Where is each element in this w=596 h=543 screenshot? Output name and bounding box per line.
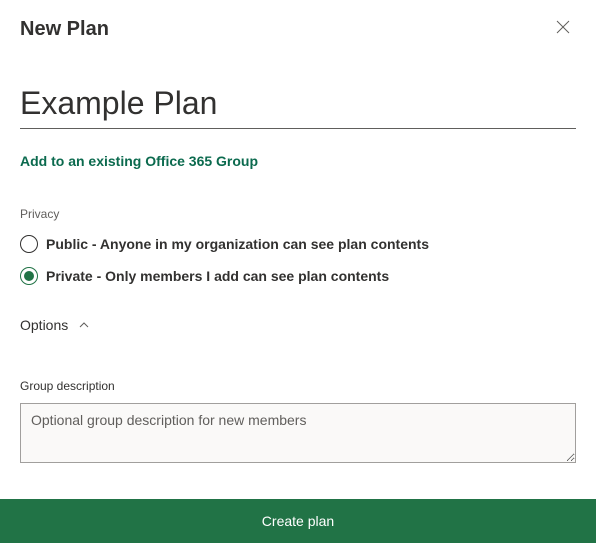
plan-name-input[interactable] bbox=[20, 83, 576, 129]
privacy-private-option[interactable]: Private - Only members I add can see pla… bbox=[20, 267, 576, 285]
radio-icon bbox=[20, 267, 38, 285]
close-icon bbox=[556, 20, 570, 34]
chevron-up-icon bbox=[78, 319, 90, 331]
radio-icon bbox=[20, 235, 38, 253]
close-button[interactable] bbox=[552, 16, 574, 38]
group-description-input[interactable] bbox=[20, 403, 576, 463]
radio-label-text: Private - Only members I add can see pla… bbox=[46, 268, 389, 284]
privacy-radio-group: Public - Anyone in my organization can s… bbox=[20, 235, 576, 285]
panel-content: Add to an existing Office 365 Group Priv… bbox=[0, 83, 596, 468]
new-plan-panel: New Plan Add to an existing Office 365 G… bbox=[0, 0, 596, 543]
plan-name-field bbox=[20, 83, 576, 129]
panel-footer: Create plan bbox=[0, 499, 596, 543]
privacy-label: Privacy bbox=[20, 207, 576, 221]
add-existing-group-link[interactable]: Add to an existing Office 365 Group bbox=[20, 153, 258, 169]
privacy-public-option[interactable]: Public - Anyone in my organization can s… bbox=[20, 235, 576, 253]
panel-header: New Plan bbox=[0, 0, 596, 41]
group-description-label: Group description bbox=[20, 379, 115, 393]
options-toggle[interactable]: Options bbox=[20, 317, 90, 333]
create-plan-button[interactable]: Create plan bbox=[0, 513, 596, 529]
options-label: Options bbox=[20, 317, 68, 333]
radio-label-text: Public - Anyone in my organization can s… bbox=[46, 236, 429, 252]
group-description-section: Group description bbox=[20, 377, 576, 468]
panel-title: New Plan bbox=[20, 18, 109, 41]
